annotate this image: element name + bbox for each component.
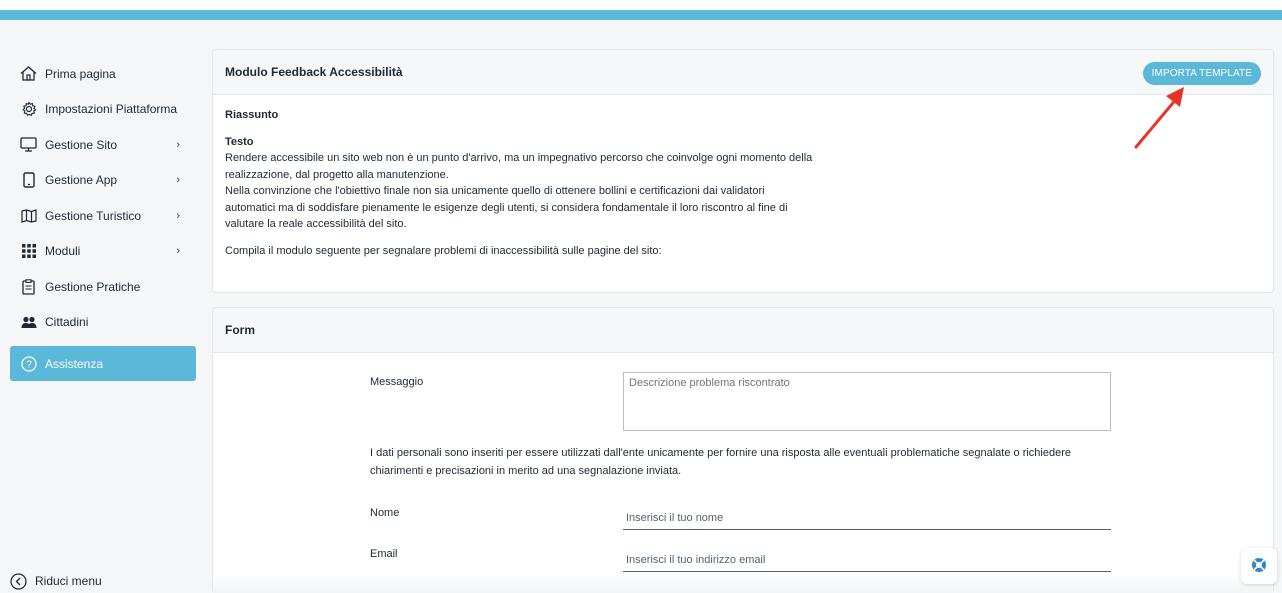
- scroll-fade: [213, 575, 1273, 593]
- annotation-arrow-icon: [1134, 87, 1184, 149]
- sidebar-item-label: Assistenza: [45, 356, 104, 371]
- sidebar-item-label: Gestione Pratiche: [45, 279, 141, 294]
- top-accent-bar: [0, 10, 1282, 20]
- chevron-left-circle-icon: [10, 572, 27, 590]
- sidebar-item-cittadini[interactable]: Cittadini: [10, 305, 196, 341]
- chevron-right-icon: ›: [176, 138, 180, 151]
- message-textarea[interactable]: [623, 372, 1111, 431]
- sidebar-item-label: Gestione Sito: [45, 137, 118, 152]
- sidebar-item-gestione-app[interactable]: Gestione App ›: [10, 163, 196, 199]
- clipboard-icon: [20, 278, 37, 295]
- privacy-note: I dati personali sono inseriti per esser…: [370, 447, 1071, 477]
- page-title: Modulo Feedback Accessibilità: [225, 65, 403, 79]
- name-label: Nome: [370, 507, 400, 519]
- chevron-right-icon: ›: [176, 174, 180, 187]
- summary-card-header: Modulo Feedback Accessibilità IMPORTA TE…: [213, 50, 1273, 95]
- sidebar-item-label: Gestione App: [45, 173, 118, 188]
- sidebar-item-label: Cittadini: [45, 315, 89, 330]
- monitor-icon: [20, 136, 37, 153]
- section-heading: Riassunto: [225, 109, 279, 121]
- sidebar-item-label: Gestione Turistico: [45, 208, 142, 223]
- phone-icon: [20, 172, 37, 189]
- name-input[interactable]: [623, 506, 1111, 530]
- email-input[interactable]: [623, 548, 1111, 572]
- help-floating-button[interactable]: [1241, 548, 1277, 584]
- sidebar: Prima pagina Impostazioni Piattaforma Ge…: [0, 20, 205, 593]
- gear-icon: [20, 101, 37, 118]
- grid-icon: [20, 243, 37, 260]
- form-card: Form Messaggio I dati personali sono ins…: [212, 307, 1274, 593]
- chevron-right-icon: ›: [176, 245, 180, 258]
- form-title: Form: [225, 323, 255, 337]
- home-icon: [20, 65, 37, 82]
- help-circle-icon: ?: [20, 355, 37, 372]
- intro-paragraph: Rendere accessibile un sito web non è un…: [225, 152, 813, 181]
- sidebar-item-label: Prima pagina: [45, 66, 116, 81]
- instructions-paragraph: Compila il modulo seguente per segnalare…: [225, 244, 662, 257]
- sidebar-item-prima-pagina[interactable]: Prima pagina: [10, 56, 196, 92]
- summary-card-body: Riassunto Testo Rendere accessibile un s…: [213, 95, 1273, 271]
- sidebar-item-impostazioni[interactable]: Impostazioni Piattaforma: [10, 92, 196, 128]
- email-label: Email: [370, 548, 398, 560]
- sidebar-item-assistenza[interactable]: ? Assistenza: [10, 346, 196, 381]
- users-icon: [20, 314, 37, 331]
- collapse-menu-button[interactable]: Riduci menu: [10, 569, 102, 593]
- collapse-menu-label: Riduci menu: [35, 574, 102, 588]
- svg-text:?: ?: [26, 359, 32, 370]
- sidebar-nav: Prima pagina Impostazioni Piattaforma Ge…: [10, 56, 196, 381]
- sidebar-item-moduli[interactable]: Moduli ›: [10, 234, 196, 270]
- sidebar-item-gestione-turistico[interactable]: Gestione Turistico ›: [10, 198, 196, 234]
- sidebar-item-label: Moduli: [45, 244, 81, 259]
- sidebar-item-gestione-pratiche[interactable]: Gestione Pratiche: [10, 269, 196, 305]
- chevron-right-icon: ›: [176, 209, 180, 222]
- map-icon: [20, 207, 37, 224]
- text-heading: Testo: [225, 135, 254, 148]
- lifebuoy-icon: [1251, 557, 1267, 576]
- sidebar-item-label: Impostazioni Piattaforma: [45, 102, 178, 117]
- message-label: Messaggio: [370, 376, 424, 388]
- sidebar-item-gestione-sito[interactable]: Gestione Sito ›: [10, 127, 196, 163]
- import-template-button[interactable]: IMPORTA TEMPLATE: [1142, 62, 1261, 85]
- intro-paragraph: Nella convinzione che l'obiettivo finale…: [225, 185, 788, 230]
- form-card-header: Form: [213, 308, 1273, 353]
- summary-card: Modulo Feedback Accessibilità IMPORTA TE…: [212, 49, 1274, 293]
